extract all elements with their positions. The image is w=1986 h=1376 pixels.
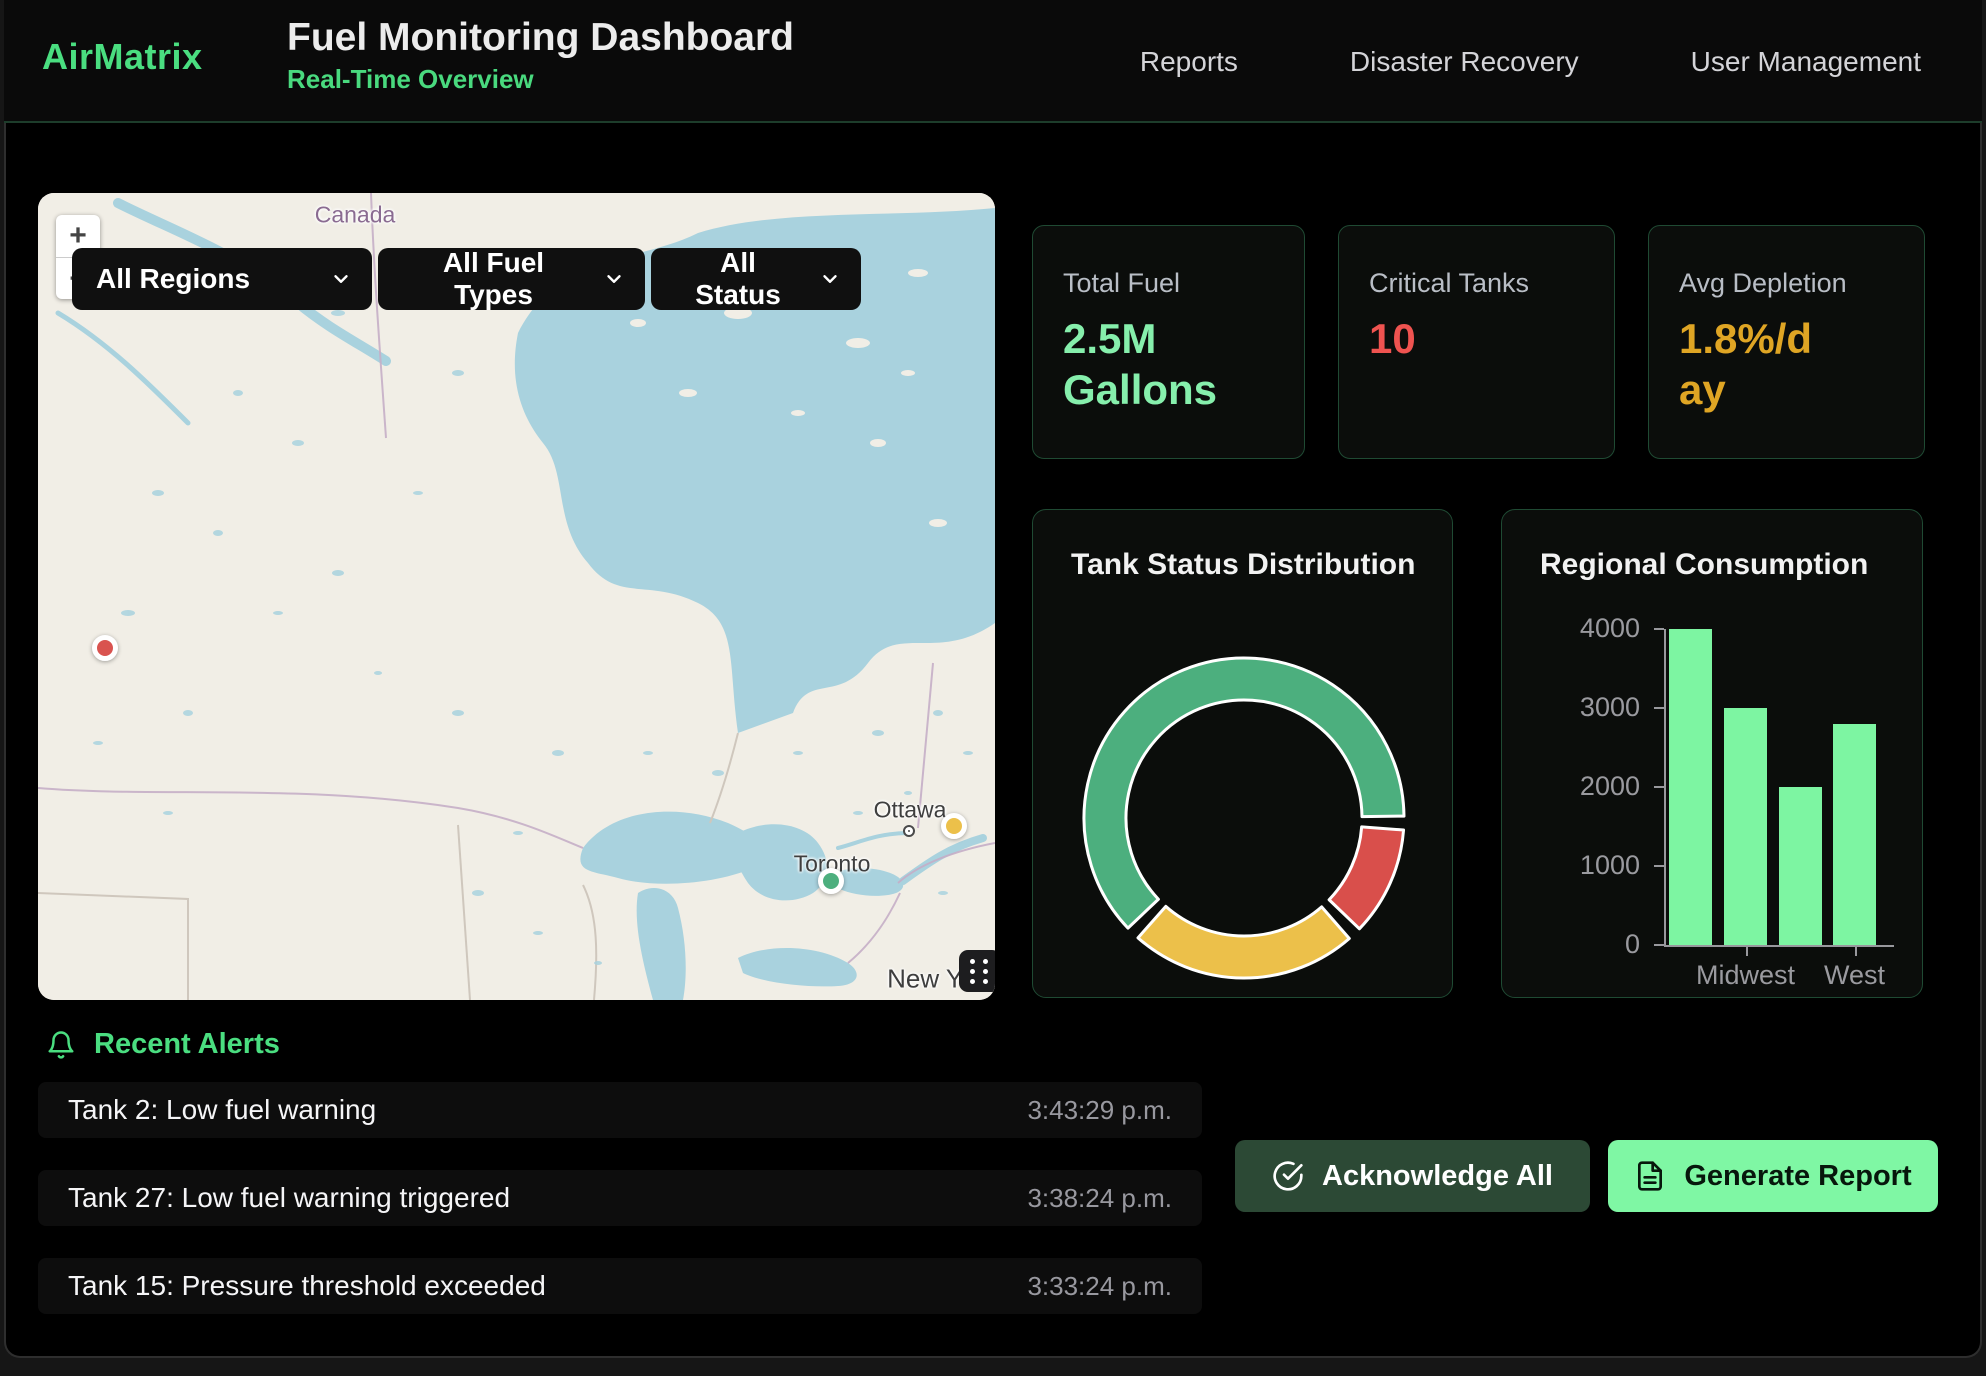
app-header: AirMatrix Fuel Monitoring Dashboard Real…	[4, 0, 1982, 123]
y-tick-mark	[1654, 865, 1664, 867]
alert-text: Tank 2: Low fuel warning	[68, 1094, 376, 1126]
stat-card-avg-depletion: Avg Depletion 1.8%/day	[1648, 225, 1925, 459]
stat-value: 2.5M Gallons	[1063, 313, 1253, 415]
x-tick-mark	[1855, 947, 1857, 956]
alert-row[interactable]: Tank 27: Low fuel warning triggered 3:38…	[38, 1170, 1202, 1226]
file-text-icon	[1634, 1160, 1666, 1192]
basemap-canvas	[38, 193, 995, 1000]
title-block: Fuel Monitoring Dashboard Real-Time Over…	[287, 16, 794, 95]
donut-segment-yellow	[1138, 906, 1349, 978]
acknowledge-all-button[interactable]: Acknowledge All	[1235, 1140, 1590, 1212]
y-tick-mark	[1654, 707, 1664, 709]
check-circle-icon	[1272, 1160, 1304, 1192]
stat-card-total-fuel: Total Fuel 2.5M Gallons	[1032, 225, 1305, 459]
y-tick-mark	[1654, 628, 1664, 630]
tank-marker-warning[interactable]	[941, 813, 967, 839]
regional-consumption-card: Regional Consumption 0 1000 2000 3000 4000 Mi…	[1501, 509, 1923, 998]
bar-chart-x-axis	[1664, 945, 1894, 947]
tank-status-card: Tank Status Distribution	[1032, 509, 1453, 998]
tank-status-donut	[1033, 510, 1454, 999]
x-tick-label: Midwest	[1696, 960, 1795, 991]
alert-row[interactable]: Tank 2: Low fuel warning 3:43:29 p.m.	[38, 1082, 1202, 1138]
alert-time: 3:43:29 p.m.	[1027, 1095, 1172, 1126]
y-tick-mark	[1654, 944, 1664, 946]
stat-value: 1.8%/day	[1679, 313, 1814, 415]
tank-marker-normal[interactable]	[818, 868, 844, 894]
y-tick-label: 3000	[1530, 692, 1640, 723]
y-tick-mark	[1654, 786, 1664, 788]
y-tick-label: 2000	[1530, 771, 1640, 802]
generate-report-label: Generate Report	[1684, 1160, 1911, 1193]
alerts-header: Recent Alerts	[46, 1028, 280, 1061]
alert-time: 3:38:24 p.m.	[1027, 1183, 1172, 1214]
y-tick-label: 0	[1530, 929, 1640, 960]
dashboard-root: AirMatrix Fuel Monitoring Dashboard Real…	[0, 0, 1986, 1376]
region-filter-dropdown[interactable]: All Regions	[72, 248, 372, 310]
acknowledge-all-label: Acknowledge All	[1322, 1160, 1553, 1193]
main-nav: Reports Disaster Recovery User Managemen…	[1140, 0, 1921, 123]
status-filter-dropdown[interactable]: All Status	[651, 248, 861, 310]
chevron-down-icon	[603, 268, 625, 290]
chevron-down-icon	[819, 268, 841, 290]
alert-text: Tank 15: Pressure threshold exceeded	[68, 1270, 546, 1302]
nav-item-user-management[interactable]: User Management	[1691, 46, 1921, 78]
bar-West	[1833, 724, 1876, 945]
x-tick-mark	[1746, 947, 1748, 956]
map-label-canada: Canada	[315, 202, 396, 229]
nav-item-reports[interactable]: Reports	[1140, 46, 1238, 78]
x-tick-label: West	[1824, 960, 1885, 991]
bar-region-1	[1669, 629, 1712, 945]
map-drag-handle-icon[interactable]	[959, 950, 995, 992]
ottawa-town-marker	[903, 825, 915, 837]
map-filter-bar: All Regions All Fuel Types All Status	[72, 248, 861, 310]
donut-chart-title: Tank Status Distribution	[1071, 548, 1415, 582]
alert-text: Tank 27: Low fuel warning triggered	[68, 1182, 510, 1214]
y-tick-label: 1000	[1530, 850, 1640, 881]
stat-card-critical-tanks: Critical Tanks 10	[1338, 225, 1615, 459]
bar-chart-title: Regional Consumption	[1540, 548, 1868, 582]
fuel-type-filter-dropdown[interactable]: All Fuel Types	[378, 248, 645, 310]
fuel-map[interactable]: Canada Ottawa Toronto New York + − All R…	[38, 193, 995, 1000]
page-subtitle: Real-Time Overview	[287, 64, 794, 95]
alerts-title: Recent Alerts	[94, 1028, 280, 1061]
y-tick-label: 4000	[1530, 613, 1640, 644]
page-title: Fuel Monitoring Dashboard	[287, 16, 794, 60]
alert-row[interactable]: Tank 15: Pressure threshold exceeded 3:3…	[38, 1258, 1202, 1314]
stat-value: 10	[1369, 313, 1584, 364]
stat-label: Critical Tanks	[1369, 268, 1584, 299]
nav-item-disaster-recovery[interactable]: Disaster Recovery	[1350, 46, 1579, 78]
chevron-down-icon	[330, 268, 352, 290]
bar-region-3	[1779, 787, 1822, 945]
stat-label: Total Fuel	[1063, 268, 1274, 299]
donut-segment-red	[1329, 827, 1403, 929]
region-filter-value: All Regions	[96, 263, 250, 295]
status-filter-value: All Status	[675, 247, 801, 311]
fuel-type-filter-value: All Fuel Types	[402, 247, 585, 311]
bell-icon	[46, 1030, 76, 1060]
brand-logo: AirMatrix	[42, 36, 203, 78]
generate-report-button[interactable]: Generate Report	[1608, 1140, 1938, 1212]
bar-plot	[1664, 629, 1882, 945]
alert-time: 3:33:24 p.m.	[1027, 1271, 1172, 1302]
tank-marker-critical[interactable]	[92, 635, 118, 661]
map-label-ottawa: Ottawa	[874, 797, 947, 824]
stat-label: Avg Depletion	[1679, 268, 1894, 299]
bar-Midwest	[1724, 708, 1767, 945]
